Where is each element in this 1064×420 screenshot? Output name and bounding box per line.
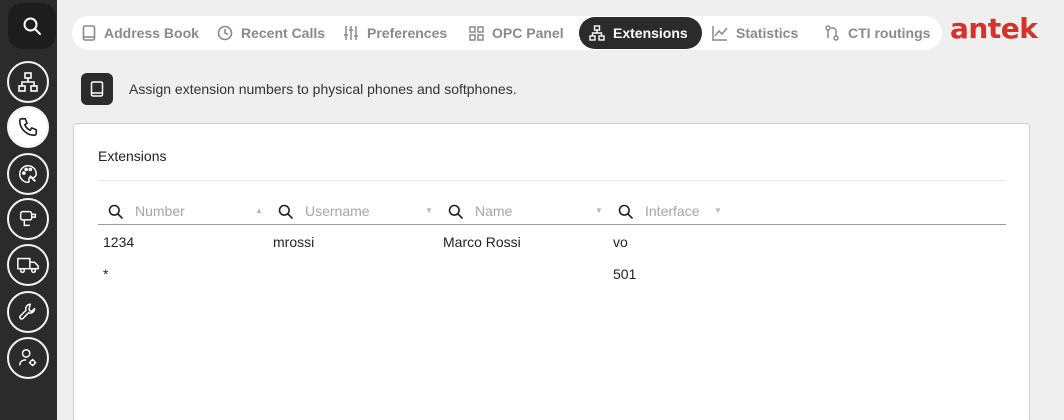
tab-label: Address Book: [104, 25, 199, 41]
routing-icon: [825, 25, 839, 41]
top-tab-bar: Address Book Recent Calls Preferences OP…: [72, 16, 942, 50]
chart-icon: [712, 26, 728, 41]
extensions-panel: Extensions Number ▲ Username ▼ Name ▼ In…: [73, 123, 1030, 420]
clock-icon: [217, 25, 233, 41]
sort-indicator[interactable]: ▲: [255, 206, 263, 215]
book-icon: [82, 25, 96, 41]
tab-label: Preferences: [367, 25, 448, 41]
grid-icon: [469, 25, 484, 41]
description-icon-box: [81, 73, 113, 105]
desk-phone-icon: [19, 210, 37, 227]
network-icon: [589, 25, 605, 41]
column-placeholder: Name: [475, 203, 513, 219]
tab-label: CTI routings: [848, 25, 931, 41]
wrench-icon: [19, 303, 36, 320]
sort-indicator[interactable]: ▼: [425, 206, 433, 215]
tab-extensions[interactable]: Extensions: [579, 17, 702, 49]
panel-title: Extensions: [98, 148, 167, 164]
palette-icon: [19, 165, 37, 183]
left-rail: [0, 0, 57, 420]
column-filter-username[interactable]: Username: [278, 200, 370, 222]
tab-label: Extensions: [613, 25, 688, 41]
sliders-icon: [344, 26, 358, 40]
rail-network-button[interactable]: [7, 61, 49, 103]
column-filter-name[interactable]: Name: [448, 200, 512, 222]
cell-interface: vo: [613, 234, 628, 250]
column-placeholder: Interface: [645, 203, 700, 219]
search-icon: [278, 204, 293, 219]
truck-icon: [17, 257, 39, 274]
sort-indicator[interactable]: ▼: [595, 206, 603, 215]
tab-opc-panel[interactable]: OPC Panel: [469, 17, 564, 49]
rail-phone-button[interactable]: [7, 106, 49, 148]
tab-label: OPC Panel: [492, 25, 564, 41]
sort-indicator[interactable]: ▼: [714, 206, 722, 215]
cell-number: *: [103, 266, 109, 282]
search-icon: [618, 204, 633, 219]
column-filter-interface[interactable]: Interface: [618, 200, 699, 222]
rail-palette-button[interactable]: [7, 153, 49, 195]
tab-cti-routings[interactable]: CTI routings: [824, 17, 930, 49]
search-icon: [448, 204, 463, 219]
cell-username: mrossi: [273, 234, 315, 250]
tab-recent-calls[interactable]: Recent Calls: [217, 17, 325, 49]
rail-user-settings-button[interactable]: [7, 337, 49, 379]
column-placeholder: Username: [305, 203, 370, 219]
column-placeholder: Number: [135, 203, 185, 219]
phone-icon: [18, 117, 38, 137]
tab-label: Recent Calls: [241, 25, 326, 41]
search-icon: [23, 17, 41, 35]
column-filter-number[interactable]: Number: [108, 200, 185, 222]
tab-address-book[interactable]: Address Book: [82, 17, 199, 49]
table-header-line: [98, 224, 1006, 225]
book-icon: [90, 81, 104, 97]
cell-interface: 501: [613, 266, 637, 282]
rail-desk-phone-button[interactable]: [7, 198, 49, 240]
search-icon: [108, 204, 123, 219]
cell-name: Marco Rossi: [443, 234, 521, 250]
brand-logo: antek: [950, 12, 1038, 45]
tab-statistics[interactable]: Statistics: [712, 17, 798, 49]
tab-label: Statistics: [736, 25, 799, 41]
rail-search-button[interactable]: [8, 3, 56, 49]
network-icon: [18, 72, 38, 92]
tab-preferences[interactable]: Preferences: [343, 17, 447, 49]
cell-number: 1234: [103, 234, 135, 250]
user-gear-icon: [19, 349, 37, 367]
page-description: Assign extension numbers to physical pho…: [129, 81, 517, 97]
rail-wrench-button[interactable]: [7, 291, 49, 333]
panel-divider: [98, 180, 1006, 181]
rail-truck-button[interactable]: [7, 244, 49, 286]
